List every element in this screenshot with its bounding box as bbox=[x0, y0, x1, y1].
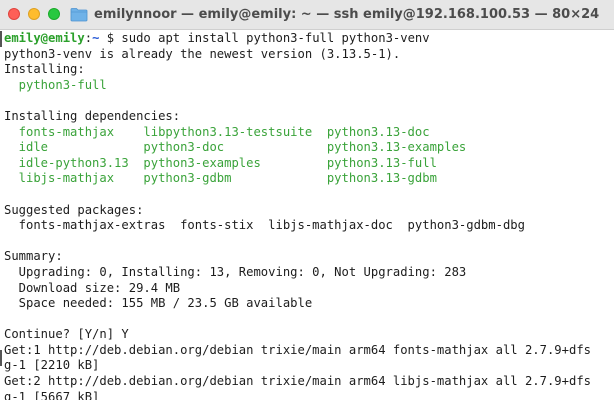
output-line: Get:2 http://deb.debian.org/debian trixi… bbox=[4, 374, 591, 389]
terminal-content: emily@emily:~ $ sudo apt install python3… bbox=[4, 31, 591, 400]
line-marker bbox=[0, 31, 2, 47]
package-list-line: fonts-mathjax libpython3.13-testsuite py… bbox=[4, 124, 430, 139]
package-list-line: idle-python3.13 python3-examples python3… bbox=[4, 155, 437, 170]
package-list-line: python3-full bbox=[4, 77, 107, 92]
command-text: sudo apt install python3-full python3-ve… bbox=[121, 31, 430, 45]
terminal-window: emilynnoor — emily@emily: ~ — ssh emily@… bbox=[0, 0, 614, 400]
zoom-window-button[interactable] bbox=[48, 8, 60, 20]
package-list-line: libjs-mathjax python3-gdbm python3.13-gd… bbox=[4, 171, 437, 186]
window-title: emilynnoor — emily@emily: ~ — ssh emily@… bbox=[94, 7, 600, 22]
folder-icon bbox=[70, 8, 88, 22]
package-list-line: fonts-mathjax-extras fonts-stix libjs-ma… bbox=[4, 218, 525, 233]
title-bar[interactable]: emilynnoor — emily@emily: ~ — ssh emily@… bbox=[0, 0, 614, 30]
output-line: Summary: bbox=[4, 249, 63, 264]
output-line: Suggested packages: bbox=[4, 202, 144, 217]
line-marker bbox=[0, 350, 2, 366]
output-line: Get:1 http://deb.debian.org/debian trixi… bbox=[4, 342, 591, 357]
output-line: g-1 [5667 kB] bbox=[4, 389, 100, 400]
prompt-symbol: $ bbox=[99, 31, 122, 45]
continue-prompt-line: Continue? [Y/n] Y bbox=[4, 327, 129, 342]
output-line: Space needed: 155 MB / 23.5 GB available bbox=[4, 296, 313, 311]
output-line: Download size: 29.4 MB bbox=[4, 280, 181, 295]
output-line: python3-venv is already the newest versi… bbox=[4, 46, 401, 61]
output-line: Installing dependencies: bbox=[4, 108, 181, 123]
prompt-separator: : bbox=[84, 31, 93, 45]
package-list-line: idle python3-doc python3.13-examples bbox=[4, 140, 467, 155]
output-line: g-1 [2210 kB] bbox=[4, 358, 100, 373]
minimize-window-button[interactable] bbox=[28, 8, 40, 20]
close-window-button[interactable] bbox=[8, 8, 20, 20]
output-line: Installing: bbox=[4, 62, 85, 77]
terminal-output-area[interactable]: emily@emily:~ $ sudo apt install python3… bbox=[0, 30, 614, 400]
command-line: emily@emily:~ $ sudo apt install python3… bbox=[4, 31, 591, 47]
output-line: Upgrading: 0, Installing: 13, Removing: … bbox=[4, 264, 467, 279]
prompt-user-host: emily@emily bbox=[4, 31, 85, 45]
